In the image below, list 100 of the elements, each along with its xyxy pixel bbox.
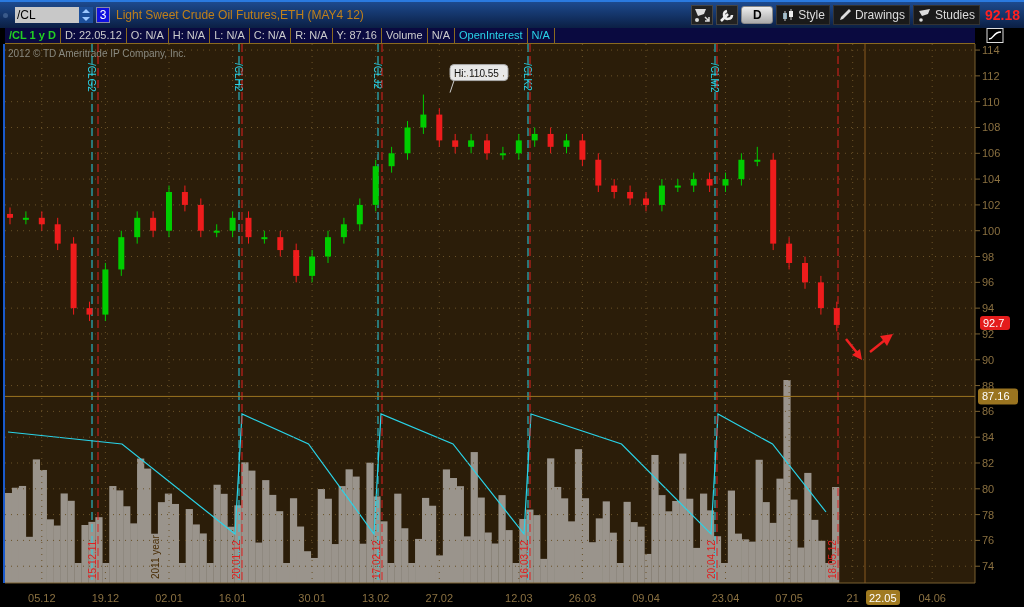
candlestick [7,206,13,225]
year-label: 2011 year [150,535,161,579]
symbol-field[interactable]: /CL [15,7,93,23]
price-axis-label: 108 [982,121,1001,134]
style-button[interactable]: Style [776,5,830,25]
date-badge: 22.05 [866,590,900,605]
contract-label: /CLH2 [233,63,244,92]
candlestick [38,210,45,232]
info-cell: Y: 87.16 [332,28,382,43]
candlestick-icon [781,8,796,22]
candlestick [802,256,808,290]
candlestick [531,126,538,148]
price-axis-label: 110 [982,95,1000,108]
drawings-button[interactable]: Drawings [832,5,910,25]
level-badge: 87.16 [978,388,1018,405]
expiration-date: 16.03.12 [519,540,530,579]
link-group-button[interactable]: 3 [96,7,110,23]
dropdown-icon[interactable] [79,7,93,23]
info-cell: C: N/A [249,28,292,43]
expiration-date: 20.04.12 [706,540,717,579]
date-axis-label: 27.02 [425,592,454,604]
candlestick [468,133,475,154]
last-price-badge: 92.7 [980,315,1010,330]
candlestick [611,178,618,199]
expand-icon[interactable] [691,5,714,25]
candlestick [229,210,236,238]
price-axis-label: 104 [982,173,1001,186]
date-axis-label: 16.01 [218,592,247,604]
info-cell: /CL 1 y D [5,28,61,43]
candlestick [22,210,29,225]
candlestick [150,210,157,238]
candlestick [340,217,347,245]
studies-button[interactable]: Studies [912,5,980,25]
copyright-text: 2012 © TD Ameritrade IP Company, Inc. [8,48,186,59]
date-axis-label: 12.03 [505,592,533,604]
candlestick [706,172,713,193]
candlestick [420,94,427,135]
price-axis-label: 84 [982,431,995,444]
candlestick [786,236,793,270]
price-axis-label: 106 [982,147,1001,160]
candlestick [277,230,284,258]
date-axis-label: 09.04 [632,592,660,604]
candlestick [388,146,395,174]
info-cell: O: N/A [126,28,169,43]
date-axis-label: 19.12 [91,592,120,604]
expiration-date: 18.05.12 [827,540,838,579]
candlestick [452,133,459,154]
date-axis-label: 02.01 [155,592,183,604]
expiration-date: 17.02.12 [371,540,382,579]
price-axis-label: 86 [982,405,995,418]
candlestick [245,210,252,245]
date-axis-label: 04.06 [918,592,946,604]
window-title: Light Sweet Crude Oil Futures,ETH (MAY4 12) [116,8,364,22]
candlestick [563,133,570,154]
date-axis-label: 13.02 [361,592,390,604]
date-axis-label: 26.03 [568,592,597,604]
last-price: 92.18 [984,7,1020,23]
contract-label: /CLG2 [86,63,97,92]
info-cell: N/A [427,28,455,43]
candlestick [627,185,634,206]
candlestick [54,217,61,251]
candlestick [499,146,506,161]
price-axis-label: 96 [982,276,995,289]
candlestick [833,301,840,332]
candlestick [547,126,554,154]
date-axis-label: 05.12 [28,592,56,604]
ref-line-label: 87.16 [982,390,1010,403]
candlestick [643,191,649,212]
price-axis-label: 94 [982,302,995,315]
candlestick [738,152,745,187]
arrows-drawing [845,334,893,360]
expiration-date: 20.01.12 [231,540,242,579]
candlestick [181,185,188,212]
price-axis-label: 114 [982,44,1000,57]
price-axis-label: 76 [982,534,995,547]
candlestick [658,178,665,212]
pencil-icon [837,8,852,22]
candlestick [325,230,331,264]
price-axis-label: 102 [982,198,1001,211]
contract-label: /CLJ2 [372,63,383,90]
candlestick [86,301,93,322]
price-axis-label: 92 [982,327,995,340]
info-cell: R: N/A [291,28,333,43]
candlestick [309,249,316,283]
price-axis-label: 98 [982,250,995,263]
wrench-icon[interactable] [716,5,739,25]
price-axis-label: 74 [982,560,995,573]
expiration-date: 15.12.11 [87,540,98,579]
contract-label: /CLM2 [709,63,720,93]
candlestick [356,197,363,232]
price-axis-label: 82 [982,457,995,469]
info-cell: D: 22.05.12 [60,28,127,43]
aggregation-button[interactable]: D [741,6,774,24]
candlestick [515,133,522,161]
date-axis-label: 30.01 [298,592,326,604]
high-callout: Hi: 110.55 [449,64,509,94]
price-axis-label: 100 [982,224,1001,237]
price-axis-label: 112 [982,69,1000,82]
info-cell: Volume [381,28,428,43]
price-axis-label: 80 [982,482,995,495]
